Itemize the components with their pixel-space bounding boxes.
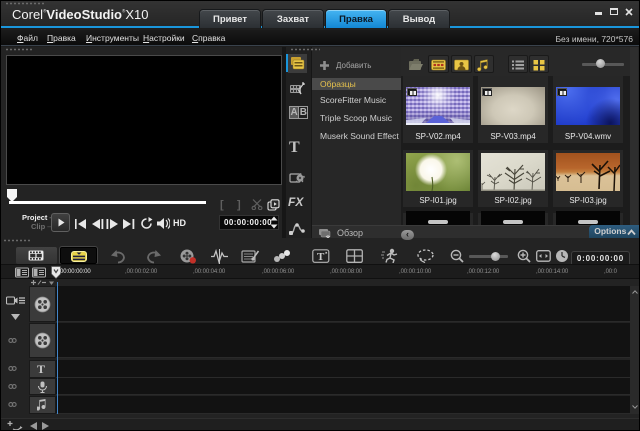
svg-text:T: T [317, 251, 325, 263]
